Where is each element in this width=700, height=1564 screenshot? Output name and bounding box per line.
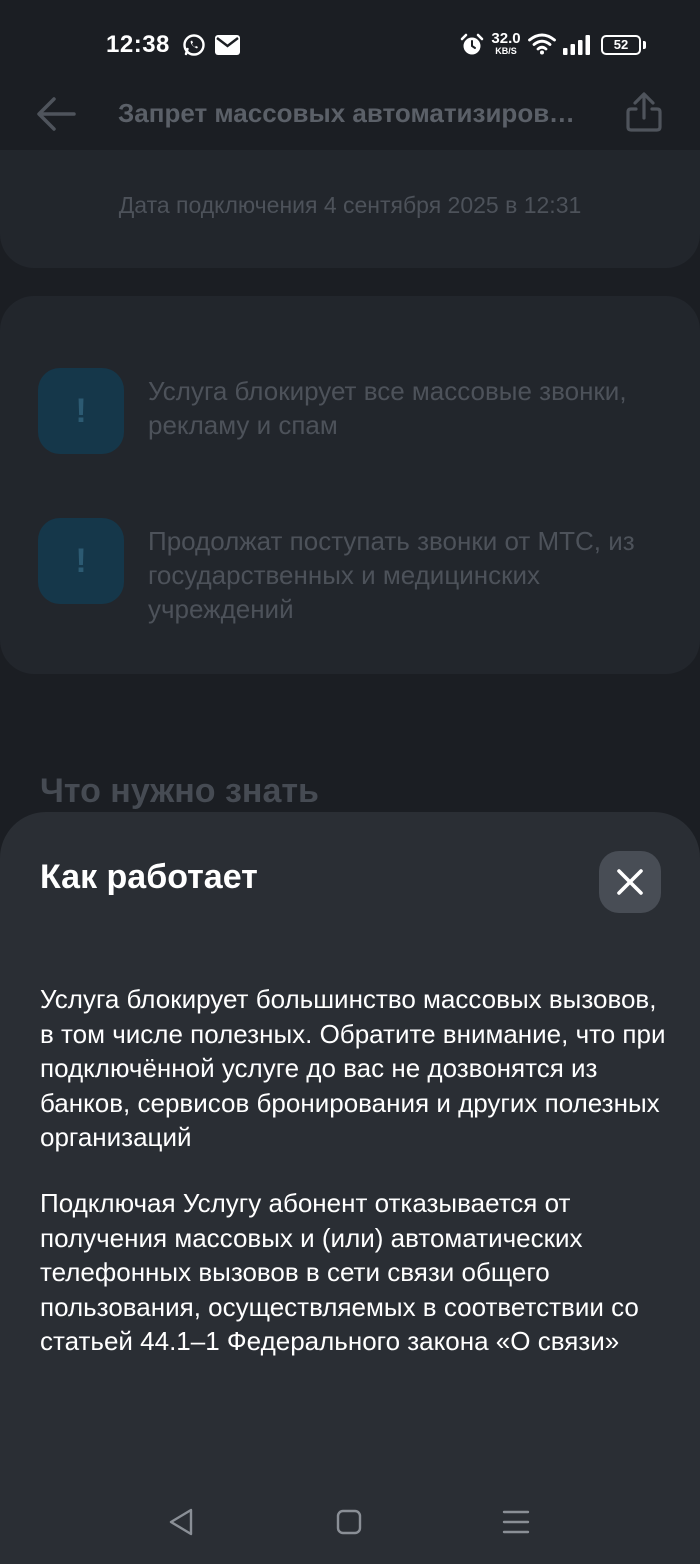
back-triangle-icon bbox=[169, 1508, 193, 1536]
back-button[interactable] bbox=[34, 94, 78, 134]
wifi-icon bbox=[528, 33, 556, 55]
mail-icon bbox=[215, 35, 240, 55]
nav-recents-button[interactable] bbox=[498, 1504, 534, 1540]
screen: Запрет массовых автоматизированных вызов… bbox=[0, 0, 700, 1564]
whatsapp-icon bbox=[183, 34, 205, 56]
exclamation-icon: ! bbox=[38, 368, 124, 454]
nav-home-button[interactable] bbox=[331, 1504, 367, 1540]
status-bar: 12:38 32.0 KB/S 52 bbox=[0, 0, 700, 90]
network-speed: 32.0 KB/S bbox=[488, 31, 524, 56]
network-speed-value: 32.0 bbox=[491, 30, 521, 47]
battery-tip bbox=[643, 41, 646, 49]
status-time: 12:38 bbox=[106, 31, 170, 58]
exclamation-icon: ! bbox=[38, 518, 124, 604]
signal-icon bbox=[563, 35, 590, 55]
battery-icon: 52 bbox=[601, 35, 641, 55]
connection-card: Дата подключения 4 сентября 2025 в 12:31 bbox=[0, 150, 700, 268]
menu-lines-icon bbox=[502, 1510, 530, 1534]
nav-back-button[interactable] bbox=[164, 1504, 200, 1540]
arrow-left-icon bbox=[37, 97, 76, 131]
close-icon bbox=[617, 869, 643, 895]
system-nav-bar bbox=[0, 1480, 700, 1564]
page-title: Запрет массовых автоматизированных вызов… bbox=[118, 98, 588, 128]
battery-level: 52 bbox=[613, 37, 629, 52]
info-item: ! Услуга блокирует все массовые звонки, … bbox=[38, 368, 678, 458]
share-icon bbox=[626, 92, 662, 132]
how-it-works-sheet: Как работает Услуга блокирует большинств… bbox=[0, 812, 700, 1564]
info-card: ! Услуга блокирует все массовые звонки, … bbox=[0, 296, 700, 674]
connection-date: Дата подключения 4 сентября 2025 в 12:31 bbox=[118, 192, 582, 218]
sheet-paragraph: Подключая Услугу абонент отказывается от… bbox=[40, 1188, 639, 1356]
info-item-text: Продолжат поступать звонки от МТС, из го… bbox=[148, 526, 635, 624]
home-square-icon bbox=[336, 1509, 362, 1535]
info-item-text: Услуга блокирует все массовые звонки, ре… bbox=[148, 376, 627, 440]
sheet-title: Как работает bbox=[40, 858, 258, 896]
close-button[interactable] bbox=[599, 851, 661, 913]
section-title: Что нужно знать bbox=[40, 772, 319, 810]
share-button[interactable] bbox=[622, 90, 666, 134]
app-header: Запрет массовых автоматизированных вызов… bbox=[0, 80, 700, 150]
info-item: ! Продолжат поступать звонки от МТС, из … bbox=[38, 518, 678, 624]
network-speed-unit: KB/S bbox=[495, 46, 517, 56]
alarm-icon bbox=[460, 33, 484, 55]
sheet-paragraph: Услуга блокирует большинство массовых вы… bbox=[40, 984, 666, 1152]
